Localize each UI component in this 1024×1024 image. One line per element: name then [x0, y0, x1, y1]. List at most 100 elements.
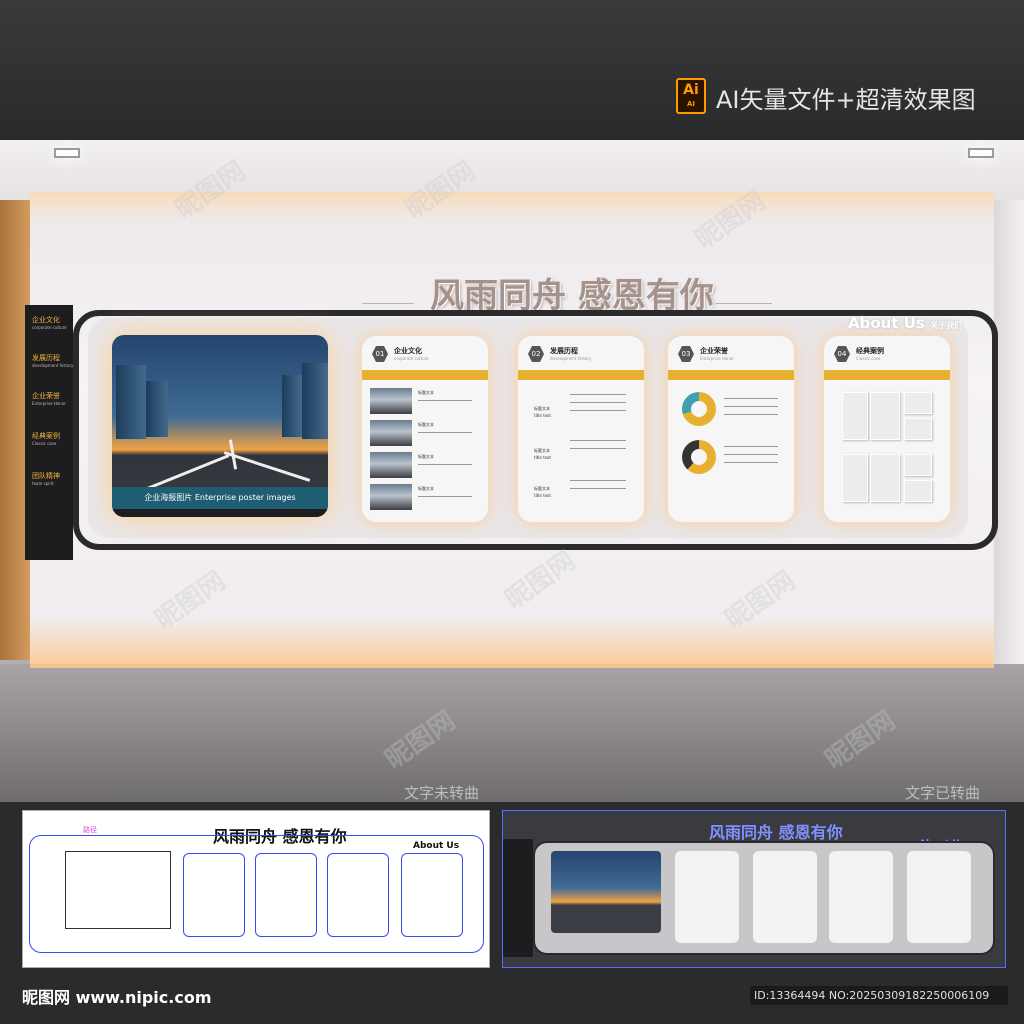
item-title: 标题文本 — [418, 422, 434, 427]
side-menu-item: 企业文化 corporate culture — [32, 315, 67, 330]
path-tag: 路径 — [83, 826, 97, 834]
side-menu-sublabel: corporate culture — [32, 325, 67, 330]
mini-poster — [551, 851, 661, 933]
mini-panel-outline — [255, 853, 317, 937]
item-title: 标题文本 — [534, 486, 550, 491]
headline-rule-left — [362, 303, 414, 304]
badge-sub-text: AI — [686, 100, 696, 108]
mini-panel-outline — [401, 853, 463, 937]
item-title: 标题文本 — [418, 390, 434, 395]
panel-number-badge: 02 — [528, 346, 544, 362]
building — [302, 363, 328, 439]
vector-render-preview: 风雨同舟 感恩有你 About Us — [502, 810, 1006, 968]
text-line — [724, 454, 778, 455]
mini-panel — [753, 851, 817, 943]
text-line — [724, 398, 778, 399]
mini-side-menu — [503, 839, 533, 957]
side-menu-item: 发展历程 development history — [32, 353, 73, 368]
mini-panel-outline — [183, 853, 245, 937]
donut-chart — [682, 392, 716, 426]
text-line — [570, 402, 626, 403]
ceiling-spotlight — [968, 148, 994, 158]
item-subtitle: title text — [534, 493, 551, 498]
case-image-placeholder — [842, 392, 868, 440]
mini-panel — [675, 851, 739, 943]
side-menu-label: 企业荣誉 — [32, 392, 60, 400]
side-menu-label: 发展历程 — [32, 354, 60, 362]
item-title: 标题文本 — [534, 406, 550, 411]
case-image-placeholder — [904, 392, 932, 414]
building — [116, 365, 146, 439]
panel-subtitle: corporate culture — [394, 356, 429, 361]
text-line — [570, 394, 626, 395]
image-id: ID:13364494 NO:20250309182250006109 — [750, 986, 1008, 1005]
top-bar: Ai AI AI矢量文件+超清效果图 — [0, 0, 1024, 140]
panel-title: 企业文化 — [394, 347, 422, 355]
case-image-placeholder — [870, 392, 900, 440]
item-subtitle: title text — [534, 455, 551, 460]
side-menu-item: 企业荣誉 Enterprise Honor — [32, 391, 66, 406]
panel-classic-case: 04 经典案例 Classic case — [824, 336, 950, 522]
text-line — [724, 414, 778, 415]
building — [282, 375, 302, 437]
badge-main-text: Ai — [683, 82, 699, 98]
about-us-heading: About Us 关于我们 — [848, 314, 962, 332]
case-image-placeholder — [904, 418, 932, 440]
panel-title: 企业荣誉 — [700, 347, 728, 355]
text-line — [418, 400, 472, 401]
panel-number-badge: 01 — [372, 346, 388, 362]
ceiling — [0, 140, 1024, 200]
text-line — [418, 496, 472, 497]
donut-chart — [682, 440, 716, 474]
case-image-placeholder — [842, 454, 868, 502]
panel-title: 发展历程 — [550, 347, 578, 355]
side-menu-sublabel: development history — [32, 363, 74, 368]
item-title: 标题文本 — [418, 454, 434, 459]
case-image-placeholder — [904, 480, 932, 502]
site-brand: 昵图网 www.nipic.com — [22, 988, 212, 1007]
text-line — [724, 446, 778, 447]
side-menu-label: 经典案例 — [32, 432, 60, 440]
panel-corporate-culture: 01 企业文化 corporate culture 标题文本 标题文本 标题文本… — [362, 336, 488, 522]
mini-panel-outline — [327, 853, 389, 937]
text-line — [570, 480, 626, 481]
panel-subtitle: Classic case — [856, 356, 881, 361]
panel-number-badge: 04 — [834, 346, 850, 362]
side-menu-sublabel: Enterprise Honor — [32, 401, 66, 406]
poster-base — [112, 509, 328, 517]
building — [146, 381, 168, 437]
mini-panel — [829, 851, 893, 943]
panel-number-badge: 03 — [678, 346, 694, 362]
mini-panel — [907, 851, 971, 943]
side-menu: 企业文化 corporate culture 发展历程 development … — [25, 305, 73, 560]
panel-accent-bar — [824, 370, 950, 380]
case-image-placeholder — [904, 454, 932, 476]
ceiling-spotlight — [54, 148, 80, 158]
item-subtitle: title text — [534, 413, 551, 418]
text-line — [418, 464, 472, 465]
vector-outline-preview: 路径 风雨同舟 感恩有你 About Us — [22, 810, 490, 968]
road-marking — [144, 454, 230, 491]
side-menu-label: 企业文化 — [32, 316, 60, 324]
text-line — [570, 410, 626, 411]
side-menu-item: 团队精神 team spirit — [32, 471, 60, 486]
wall-render: 风雨同舟 感恩有你 企业文化 corporate culture 发展历程 de… — [0, 140, 1024, 802]
panel-thumbnail — [370, 484, 412, 510]
panel-thumbnail — [370, 388, 412, 414]
text-line — [418, 432, 472, 433]
mini-headline: 风雨同舟 感恩有你 — [709, 823, 843, 842]
unconverted-text-label: 文字未转曲 — [404, 784, 480, 802]
side-menu-label: 团队精神 — [32, 472, 60, 480]
file-type-title: AI矢量文件+超清效果图 — [716, 86, 976, 114]
text-line — [724, 462, 778, 463]
about-us-en: About Us — [848, 314, 925, 332]
panel-thumbnail — [370, 420, 412, 446]
panel-accent-bar — [668, 370, 794, 380]
item-title: 标题文本 — [534, 448, 550, 453]
side-menu-sublabel: Classic case — [32, 441, 57, 446]
panel-development-history: 02 发展历程 development history 标题文本 title t… — [518, 336, 644, 522]
text-line — [570, 488, 626, 489]
illustrator-file-icon: Ai AI — [676, 78, 706, 114]
panel-enterprise-honor: 03 企业荣誉 Enterprise Honor — [668, 336, 794, 522]
converted-text-label: 文字已转曲 — [905, 784, 981, 802]
